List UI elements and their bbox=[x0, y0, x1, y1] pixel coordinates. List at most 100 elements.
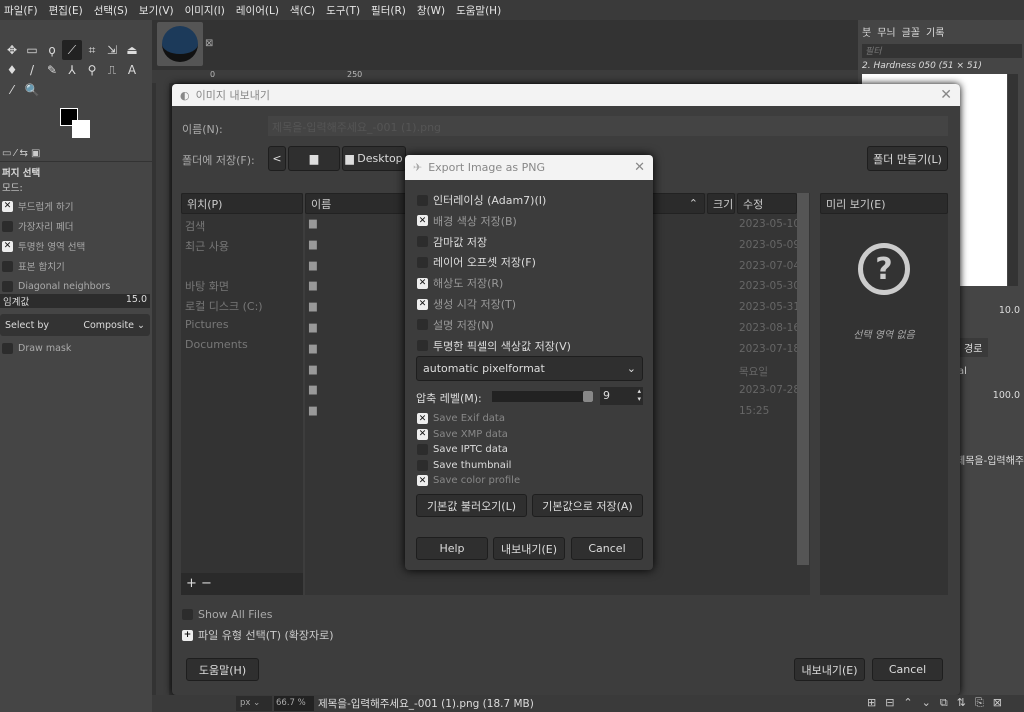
tool-option-checkbox[interactable]: ✕ 부드럽게 하기 bbox=[2, 198, 73, 214]
tool-icon[interactable]: ⌗ bbox=[82, 40, 102, 60]
menu-item[interactable]: 이미지(I) bbox=[185, 3, 225, 18]
metadata-checkbox[interactable]: Save thumbnail bbox=[417, 459, 511, 471]
png-option-checkbox[interactable]: 설명 저장(N) bbox=[417, 317, 494, 333]
dock-tab[interactable]: 무늬 bbox=[877, 24, 895, 39]
tool-icon[interactable]: ⅄ bbox=[62, 60, 82, 80]
tool-options-tabs[interactable]: ▭ ⁄ ⇆ ▣ bbox=[0, 148, 152, 162]
tool-icon[interactable]: A bbox=[122, 60, 142, 80]
checkbox[interactable]: ✕ bbox=[417, 428, 428, 440]
slider-handle[interactable] bbox=[583, 391, 593, 402]
metadata-checkbox[interactable]: ✕ Save Exif data bbox=[417, 413, 505, 424]
tool-option-checkbox[interactable]: Diagonal neighbors bbox=[2, 278, 110, 294]
menu-item[interactable]: 편집(E) bbox=[49, 3, 83, 18]
checkbox[interactable] bbox=[2, 220, 13, 232]
help-button[interactable]: 도움말(H) bbox=[186, 658, 259, 681]
checkbox[interactable]: ✕ bbox=[417, 215, 428, 227]
back-button[interactable]: < bbox=[268, 146, 286, 171]
png-option-checkbox[interactable]: ✕ 생성 시각 저장(T) bbox=[417, 296, 516, 312]
checkbox[interactable]: ✕ bbox=[2, 240, 13, 252]
checkbox[interactable]: ✕ bbox=[417, 475, 428, 487]
dock-tab[interactable]: 붓 bbox=[862, 24, 871, 39]
file-type-expander[interactable]: + 파일 유형 선택(T) (확장자로) bbox=[182, 627, 334, 643]
tool-icon[interactable]: ▭ bbox=[22, 40, 42, 60]
place-item[interactable]: 로컬 디스크 (C:) bbox=[185, 298, 263, 314]
tool-icon[interactable]: ✥ bbox=[2, 40, 22, 60]
save-defaults-button[interactable]: 기본값으로 저장(A) bbox=[532, 494, 643, 517]
crumb-user-folder[interactable]: ▆ bbox=[288, 146, 340, 171]
add-remove-place[interactable]: + − bbox=[181, 573, 303, 595]
menu-item[interactable]: 레이어(L) bbox=[236, 3, 279, 18]
crumb-desktop[interactable]: ▆ Desktop bbox=[342, 146, 406, 171]
spacing-value[interactable]: 10.0 bbox=[999, 305, 1020, 316]
menu-item[interactable]: 필터(R) bbox=[371, 3, 406, 18]
place-item[interactable]: 바탕 화면 bbox=[185, 278, 229, 294]
file-modified[interactable]: 2023-05-09 bbox=[739, 239, 800, 251]
png-option-checkbox[interactable]: 레이어 오프셋 저장(F) bbox=[417, 254, 536, 270]
tool-icon[interactable]: ♦ bbox=[2, 60, 22, 80]
menu-item[interactable]: 선택(S) bbox=[94, 3, 128, 18]
menu-item[interactable]: 보기(V) bbox=[139, 3, 174, 18]
close-tab-icon[interactable]: ⊠ bbox=[205, 38, 213, 49]
tool-icon[interactable]: ⏏ bbox=[122, 40, 142, 60]
png-option-checkbox[interactable]: ✕ 해상도 저장(R) bbox=[417, 275, 503, 291]
png-option-checkbox[interactable]: ✕ 배경 색상 저장(B) bbox=[417, 213, 517, 229]
col-modified-header[interactable]: 수정 bbox=[737, 193, 797, 214]
checkbox[interactable] bbox=[2, 280, 13, 292]
tool-icon[interactable]: ⁄ bbox=[2, 80, 22, 100]
tool-icon[interactable]: ✎ bbox=[42, 60, 62, 80]
checkbox[interactable]: ✕ bbox=[417, 277, 428, 289]
checkbox[interactable] bbox=[417, 194, 428, 206]
create-folder-button[interactable]: 폴더 만들기(L) bbox=[867, 146, 948, 171]
png-cancel-button[interactable]: Cancel bbox=[571, 537, 643, 560]
png-option-checkbox[interactable]: 투명한 픽셀의 색상값 저장(V) bbox=[417, 338, 571, 354]
place-item[interactable]: 최근 사용 bbox=[185, 238, 229, 254]
checkbox[interactable] bbox=[417, 236, 428, 248]
file-modified[interactable]: 2023-08-16 bbox=[739, 322, 800, 334]
tab-paths[interactable]: 경로 bbox=[958, 338, 989, 357]
place-item[interactable]: Documents bbox=[185, 338, 248, 351]
metadata-checkbox[interactable]: ✕ Save XMP data bbox=[417, 428, 508, 440]
dock-tab[interactable]: 글꼴 bbox=[902, 24, 920, 39]
png-option-checkbox[interactable]: 감마값 저장 bbox=[417, 234, 487, 250]
file-modified[interactable]: 2023-05-31 bbox=[739, 301, 800, 313]
compression-spinner[interactable]: 9 ▴ ▾ bbox=[600, 387, 643, 405]
checkbox[interactable] bbox=[417, 459, 428, 471]
pixelformat-dropdown[interactable]: automatic pixelformat ⌄ bbox=[416, 356, 643, 381]
file-modified[interactable]: 2023-07-18 bbox=[739, 343, 800, 355]
file-modified[interactable]: 목요일 bbox=[739, 364, 768, 379]
file-modified[interactable]: 2023-05-10 bbox=[739, 218, 800, 230]
layer-name[interactable]: 제목을-입력해주 bbox=[956, 452, 1024, 467]
png-option-checkbox[interactable]: 인터레이싱 (Adam7)(I) bbox=[417, 192, 546, 208]
checkbox[interactable]: ✕ bbox=[2, 200, 13, 212]
file-modified[interactable]: 15:25 bbox=[739, 405, 769, 417]
tool-icon[interactable]: 🔍 bbox=[22, 80, 42, 100]
checkbox[interactable]: ✕ bbox=[417, 298, 428, 310]
file-list-scrollbar[interactable] bbox=[797, 193, 809, 565]
checkbox[interactable] bbox=[417, 319, 428, 331]
close-icon[interactable]: ✕ bbox=[940, 87, 952, 103]
file-modified[interactable]: 2023-07-28 bbox=[739, 384, 800, 396]
close-icon[interactable]: ✕ bbox=[634, 160, 645, 175]
tool-icon[interactable]: ⚲ bbox=[82, 60, 102, 80]
select-by-dropdown[interactable]: Select by Composite ⌄ bbox=[0, 314, 150, 336]
zoom-dropdown[interactable]: 66.7 % bbox=[274, 696, 314, 711]
show-all-files-checkbox[interactable]: Show All Files bbox=[182, 606, 272, 622]
file-modified[interactable]: 2023-07-04 bbox=[739, 260, 800, 272]
png-export-button[interactable]: 내보내기(E) bbox=[493, 537, 565, 560]
tool-icon[interactable]: ⟋ bbox=[62, 40, 82, 60]
tool-option-checkbox[interactable]: 가장자리 페더 bbox=[2, 218, 73, 234]
brush-scrollbar[interactable] bbox=[1008, 74, 1018, 286]
load-defaults-button[interactable]: 기본값 불러오기(L) bbox=[416, 494, 527, 517]
compression-slider[interactable] bbox=[492, 391, 593, 402]
file-modified[interactable]: 2023-05-30 bbox=[739, 280, 800, 292]
menu-item[interactable]: 파일(F) bbox=[4, 3, 38, 18]
export-button[interactable]: 내보내기(E) bbox=[794, 658, 865, 681]
opacity-value[interactable]: 100.0 bbox=[993, 390, 1020, 401]
tool-icon[interactable]: ⎍ bbox=[102, 60, 122, 80]
cancel-button[interactable]: Cancel bbox=[872, 658, 943, 681]
png-help-button[interactable]: Help bbox=[416, 537, 488, 560]
place-item[interactable]: Pictures bbox=[185, 318, 229, 331]
checkbox[interactable]: ✕ bbox=[417, 413, 428, 424]
layer-actions[interactable]: ⊞⊟⌃⌄⧉⇅⎘⊠ bbox=[867, 696, 1011, 710]
menu-item[interactable]: 도움말(H) bbox=[456, 3, 501, 18]
